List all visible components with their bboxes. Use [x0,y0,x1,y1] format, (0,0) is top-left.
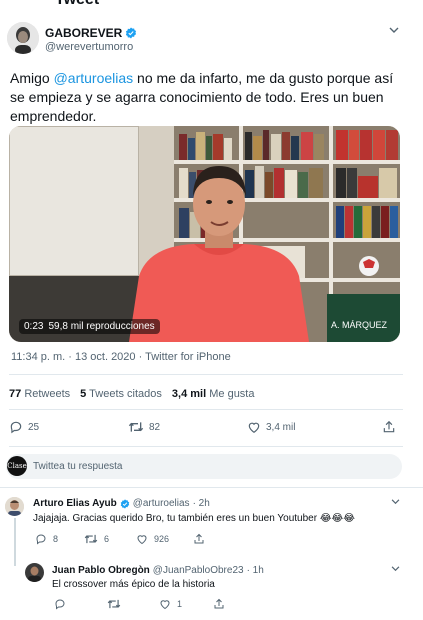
share-icon [194,533,204,544]
divider [9,446,403,447]
share-icon [214,598,224,609]
video-views: 59,8 mil reproducciones [48,321,155,332]
retweet-count: 82 [149,421,161,433]
reply-author-handle[interactable]: @JuanPabloObre23 [153,565,244,576]
quotes-count: 5 [80,388,87,400]
like-action[interactable]: 3,4 mil [247,420,295,434]
reply-like-count: 1 [177,599,183,609]
author-avatar[interactable] [7,22,39,54]
reply-time[interactable]: · 1h [247,565,264,576]
divider [9,409,403,410]
user-avatar[interactable]: Clase [7,456,27,476]
retweet-icon [84,534,98,544]
reply-author-handle[interactable]: @arturoelias [133,498,190,509]
mention-link[interactable]: @arturoelias [54,70,134,86]
reply-text: El crossover más épico de la historia [52,579,215,590]
reply-action[interactable]: 25 [9,420,39,434]
quotes-label: Tweets citados [89,388,162,400]
shirt-text: A. MÁRQUEZ [331,320,388,330]
reply-like-action[interactable]: 926 [136,533,169,545]
reply-more-chevron-down-icon[interactable] [391,499,400,505]
tweet-text-start: Amigo [10,70,54,86]
reply-header: Juan Pablo Obregòn @JuanPabloObre23 · 1h [52,565,264,576]
reply-reply-count: 8 [53,534,59,544]
retweets-stat[interactable]: 77 Retweets [9,388,70,400]
reply-input-placeholder[interactable]: Twittea tu respuesta [33,461,123,472]
reply-retweet-action[interactable]: 6 [84,533,109,545]
video-frame: A. MÁRQUEZ [9,126,400,342]
like-count: 3,4 mil [266,421,296,433]
retweet-action[interactable]: 82 [128,420,160,434]
tweet-timestamp[interactable]: 11:34 p. m. · 13 oct. 2020 · Twitter for… [11,351,231,363]
reply-avatar-juan[interactable] [25,563,44,582]
verified-badge-icon [120,498,129,509]
tweet-video[interactable]: A. MÁRQUEZ 0:23 59,8 mil reproducciones [9,126,400,342]
tweet-text: Amigo @arturoelias no me da infarto, me … [10,69,405,126]
tweet-stats: 77 Retweets 5 Tweets citados 3,4 mil Me … [9,388,254,400]
likes-label: Me gusta [209,388,255,400]
retweets-count: 77 [9,388,22,400]
thread-line [14,518,16,566]
author-name[interactable]: GABOREVER [45,26,122,40]
author-handle[interactable]: @werevertumorro [45,41,133,53]
reply-icon [10,421,22,434]
retweet-icon [128,422,144,432]
reply-reply-action[interactable] [54,598,66,610]
more-chevron-down-icon[interactable] [389,27,399,34]
likes-count: 3,4 mil [171,388,207,400]
retweets-label: Retweets [24,388,71,400]
share-action[interactable] [382,420,396,434]
reply-like-count: 926 [154,534,170,544]
heart-icon [248,422,260,433]
divider [9,374,403,375]
reply-like-action[interactable]: 1 [159,598,182,610]
reply-retweet-count: 6 [104,534,110,544]
reply-more-chevron-down-icon[interactable] [391,566,400,572]
heart-icon [137,535,147,545]
retweet-icon [107,599,121,609]
verified-badge-icon [125,27,137,39]
divider [0,487,423,488]
reply-icon [55,599,65,610]
reply-retweet-action[interactable] [107,598,121,610]
reply-reply-action[interactable]: 8 [35,533,58,545]
page-header-title: Tweet [55,0,99,9]
video-stats-overlay: 0:23 59,8 mil reproducciones [19,319,160,334]
reply-avatar-arturo[interactable] [5,497,24,516]
reply-share-action[interactable] [193,533,205,545]
reply-count: 25 [28,421,40,433]
reply-author-name[interactable]: Juan Pablo Obregòn [52,565,150,576]
reply-time[interactable]: · 2h [193,498,210,509]
quotes-stat[interactable]: 5 Tweets citados [80,388,162,400]
heart-icon [160,600,170,610]
reply-text: Jajajaja. Gracias querido Bro, tu tambié… [33,513,355,524]
share-icon [383,420,395,433]
reply-header: Arturo Elias Ayub @arturoelias · 2h [33,498,210,509]
reply-icon [36,534,46,545]
reply-share-action[interactable] [213,598,225,610]
video-time: 0:23 [24,321,44,332]
likes-stat[interactable]: 3,4 mil Me gusta [172,388,255,400]
reply-author-name[interactable]: Arturo Elias Ayub [33,498,117,509]
